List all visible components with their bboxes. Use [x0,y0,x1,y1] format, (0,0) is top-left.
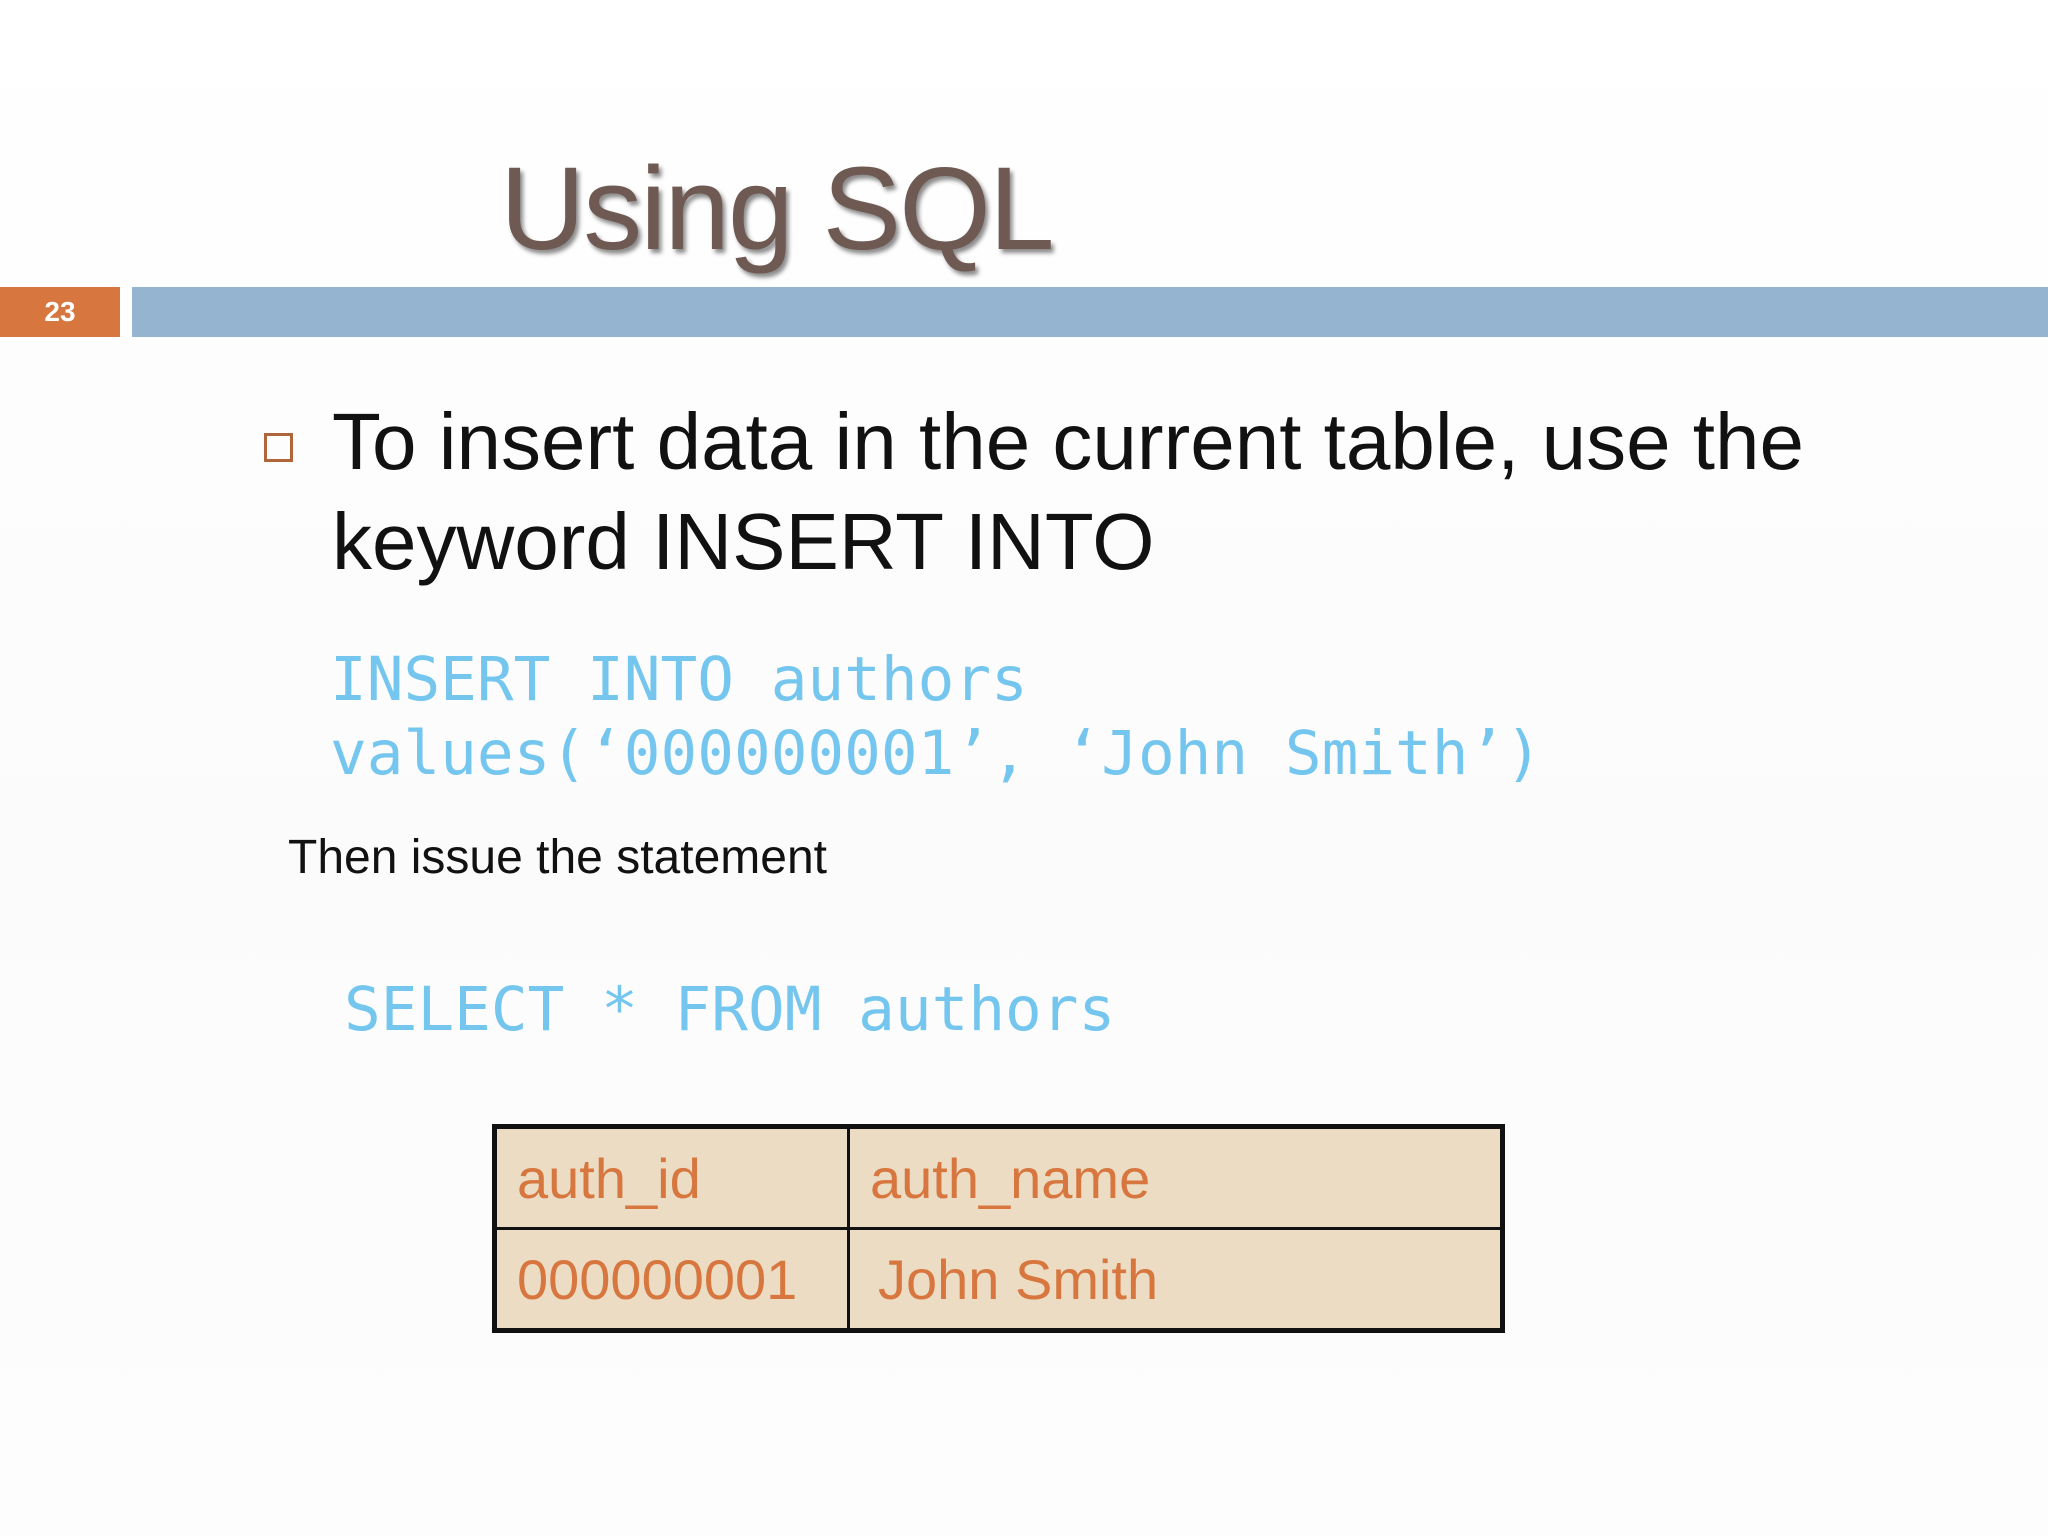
table-header-cell: auth_id [493,1125,850,1230]
table-header-cell: auth_name [847,1125,1504,1230]
code-insert-line-1: INSERT INTO authors [330,644,1028,715]
title-bar-divider [132,287,2048,337]
then-text: Then issue the statement [288,831,827,884]
table-header-row: auth_id auth_name [493,1125,1504,1230]
slide-title: Using SQL [500,143,1055,275]
table-cell: 000000001 [493,1227,850,1332]
table-row: 000000001 John Smith [493,1227,1504,1332]
table-cell: John Smith [847,1227,1504,1332]
square-bullet-icon [264,433,293,462]
bullet-text: To insert data in the current table, use… [332,397,1804,586]
slide-number: 23 [44,296,76,327]
code-select-line: SELECT * FROM authors [344,974,1116,1045]
slide: Using SQL 23 To insert data in the curre… [0,0,2048,1536]
slide-number-badge: 23 [0,287,120,337]
result-table: auth_id auth_name 000000001 John Smith [492,1124,1505,1333]
code-insert-line-2: values(‘000000001’, ‘John Smith’) [330,718,1542,789]
